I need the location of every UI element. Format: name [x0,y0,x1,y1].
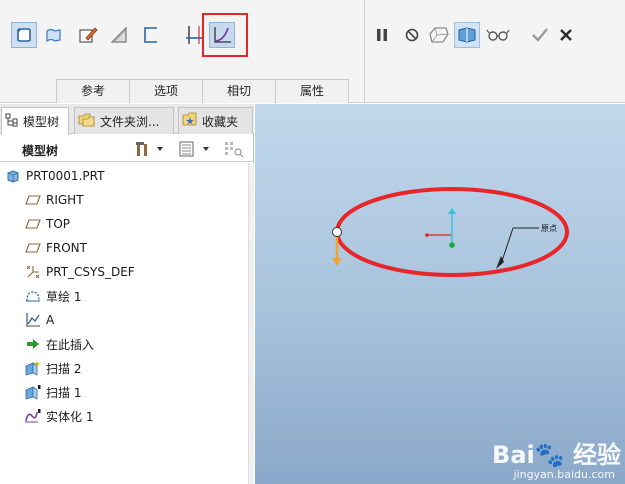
datum-plane-icon [24,192,42,208]
watermark-logo: Bai🐾 经验 [492,441,621,469]
tab-folder-browser[interactable]: 文件夹浏... [74,107,174,134]
feature-preview-icon[interactable] [454,22,480,48]
tree-item-csys[interactable]: PRT_CSYS_DEF [24,262,135,282]
pause-icon[interactable] [369,22,395,48]
tree-item-sketch[interactable]: 草绘 1 [24,286,81,306]
solidify-icon [24,408,42,424]
datum-plane-icon [24,240,42,256]
watermark-url: jingyan.baidu.com [513,468,615,481]
tree-item-graph[interactable]: A [24,310,54,330]
sweep-icon [24,384,42,400]
tree-header-title: 模型树 [22,144,59,158]
tab-model-tree-label: 模型树 [23,115,60,129]
tree-item-front[interactable]: FRONT [24,238,87,258]
origin-label: 原点 [541,224,557,233]
start-direction-arrow [332,258,342,266]
panel-tabs: 模型树 文件夹浏... 收藏夹 [0,104,254,135]
ribbon-separator [364,0,365,103]
viewport-canvas: 原点 [332,187,569,277]
tree-item-solidify[interactable]: 实体化 1 [24,406,93,426]
close-icon[interactable] [553,22,579,48]
tree-item-right[interactable]: RIGHT [24,190,84,210]
tab-properties[interactable]: 属性 [275,79,349,103]
ribbon: 参考 选项 相切 属性 [0,0,625,103]
part-icon [4,168,22,184]
tree-item-label: RIGHT [46,193,84,207]
csys-y-arrow [448,208,456,214]
tree-item-label: TOP [46,217,71,231]
watermark: Bai🐾 经验 jingyan.baidu.com [492,441,621,481]
graphics-viewport[interactable]: 原点 Bai🐾 经验 jingyan.baidu.com [255,104,625,484]
csys-x-dot [425,233,429,237]
tab-references[interactable]: 参考 [56,79,130,103]
tree-item-label: 扫描 2 [46,361,82,376]
curve-graph-icon[interactable] [209,22,235,48]
favorites-icon [182,112,198,130]
tree-list: PRT0001.PRT RIGHT TOP FRONT PRT_CSYS_DEF… [0,164,248,482]
tree-item-insert-here[interactable]: 在此插入 [24,334,94,354]
csys-origin [449,242,455,248]
tab-favorites[interactable]: 收藏夹 [178,107,253,134]
tree-item-label: PRT_CSYS_DEF [46,265,135,279]
tree-item-sweep-2[interactable]: 扫描 2 [24,358,81,378]
tab-folder-browser-label: 文件夹浏... [100,114,160,129]
tree-item-part[interactable]: PRT0001.PRT [4,166,104,186]
thin-feature-icon[interactable] [106,22,132,48]
tree-item-label: FRONT [46,241,87,255]
tree-tools-icon[interactable] [135,140,165,158]
tab-options[interactable]: 选项 [129,79,203,103]
start-point-marker [332,227,342,237]
origin-leader-segment-3 [500,227,514,265]
csys-icon [24,264,42,280]
model-tree-icon [5,113,19,130]
tree-header: 模型树 [0,136,253,162]
sketch-icon [24,288,42,304]
solid-extrude-icon[interactable] [11,22,37,48]
tree-item-label: A [46,313,55,327]
tree-item-label: 在此插入 [46,337,95,352]
tree-scrollbar[interactable] [248,163,254,484]
ribbon-tabs: 参考 选项 相切 属性 [56,79,349,103]
insert-here-arrow-icon [24,336,42,352]
tree-item-top[interactable]: TOP [24,214,70,234]
tree-filter-icon[interactable] [223,140,245,158]
tab-tangency[interactable]: 相切 [202,79,276,103]
folder-browser-icon [78,112,96,131]
ghost-preview-icon[interactable] [426,22,452,48]
sketch-edit-icon[interactable] [75,22,101,48]
tab-model-tree[interactable]: 模型树 [1,107,69,135]
tree-item-sweep-1[interactable]: 扫描 1 [24,382,81,402]
tree-item-label: PRT0001.PRT [26,169,105,183]
app-window: 参考 选项 相切 属性 模型树 文件夹浏... 收藏夹 模型树 PRT0001.… [0,0,625,484]
no-preview-icon[interactable] [399,22,425,48]
datum-plane-icon [24,216,42,232]
tree-item-label: 实体化 1 [46,409,94,424]
verify-glasses-icon[interactable] [484,22,512,48]
trajectory-icon[interactable] [138,22,164,48]
tab-favorites-label: 收藏夹 [202,114,239,129]
sweep-icon [24,360,42,376]
checkmark-icon[interactable] [527,22,553,48]
model-tree-panel: 模型树 文件夹浏... 收藏夹 模型树 PRT0001.PRT RIGHT TO… [0,104,254,484]
graph-icon [24,312,42,328]
tree-settings-icon[interactable] [178,140,214,158]
tree-item-label: 扫描 1 [46,385,82,400]
tree-item-label: 草绘 1 [46,289,82,304]
surface-icon[interactable] [41,22,67,48]
